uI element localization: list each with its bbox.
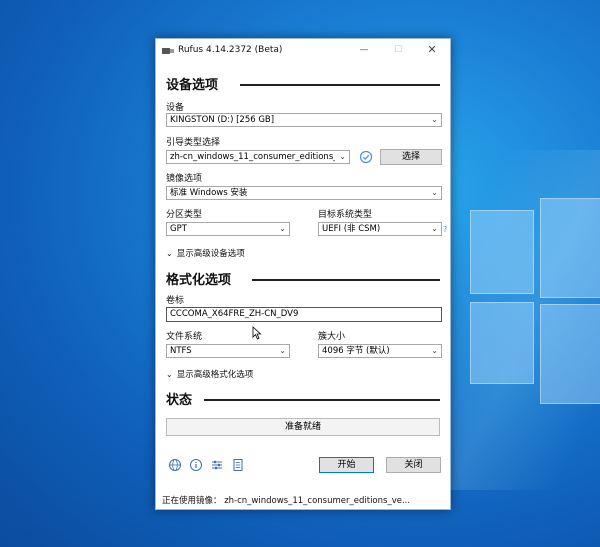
boot-type-value: zh-cn_windows_11_consumer_editions_ve — [170, 152, 335, 162]
filesystem-label: 文件系统 — [166, 332, 203, 342]
chevron-down-icon: ⌄ — [431, 346, 438, 355]
log-icon[interactable] — [231, 458, 245, 472]
filesystem-value: NTFS — [170, 346, 192, 356]
chevron-down-icon: ⌄ — [166, 370, 173, 379]
select-image-button[interactable]: 选择 — [380, 149, 442, 165]
cluster-size-label: 簇大小 — [318, 332, 346, 342]
check-circle-icon — [359, 150, 373, 164]
maximize-button[interactable]: ☐ — [388, 43, 408, 57]
titlebar: Rufus 4.14.2372 (Beta) — ☐ ✕ — [156, 39, 450, 61]
image-option-label: 镜像选项 — [166, 174, 203, 184]
rufus-window: Rufus 4.14.2372 (Beta) — ☐ ✕ 设备选项 设备 KIN… — [155, 38, 451, 510]
info-icon[interactable] — [189, 458, 203, 472]
close-button[interactable]: 关闭 — [386, 457, 441, 473]
advanced-device-label: 显示高级设备选项 — [176, 249, 245, 259]
status-progress-bar: 准备就绪 — [166, 418, 440, 436]
status-footer: 正在使用镜像： zh-cn_windows_11_consumer_editio… — [162, 496, 411, 506]
section-divider — [204, 399, 440, 401]
filesystem-select[interactable]: NTFS ⌄ — [166, 344, 290, 358]
section-format-options: 格式化选项 — [166, 273, 232, 288]
globe-icon[interactable] — [168, 458, 182, 472]
volume-label-label: 卷标 — [166, 296, 185, 306]
advanced-device-toggle[interactable]: ⌄ 显示高级设备选项 — [166, 247, 245, 259]
device-select[interactable]: KINGSTON (D:) [256 GB] ⌄ — [166, 113, 442, 127]
chevron-down-icon: ⌄ — [431, 224, 438, 233]
chevron-down-icon: ⌄ — [431, 188, 438, 197]
section-divider — [240, 84, 440, 86]
minimize-button[interactable]: — — [354, 43, 374, 57]
windows-logo — [470, 198, 600, 470]
device-label: 设备 — [166, 103, 185, 113]
image-option-value: 标准 Windows 安装 — [170, 188, 248, 198]
target-system-select[interactable]: UEFI (非 CSM) ⌄ — [318, 222, 442, 236]
boot-type-label: 引导类型选择 — [166, 138, 221, 148]
chevron-down-icon: ⌄ — [279, 346, 286, 355]
cluster-size-select[interactable]: 4096 字节 (默认) ⌄ — [318, 344, 442, 358]
chevron-down-icon: ⌄ — [279, 224, 286, 233]
section-status: 状态 — [166, 393, 193, 408]
boot-type-select[interactable]: zh-cn_windows_11_consumer_editions_ve ⌄ — [166, 150, 350, 164]
partition-select[interactable]: GPT ⌄ — [166, 222, 290, 236]
section-divider — [252, 279, 440, 281]
chevron-down-icon: ⌄ — [339, 152, 346, 161]
start-button[interactable]: 开始 — [319, 457, 374, 473]
target-system-label: 目标系统类型 — [318, 210, 373, 220]
section-device-options: 设备选项 — [166, 78, 219, 93]
chevron-down-icon: ⌄ — [431, 115, 438, 124]
close-window-button[interactable]: ✕ — [422, 43, 442, 57]
usb-drive-icon — [162, 48, 174, 54]
image-option-select[interactable]: 标准 Windows 安装 ⌄ — [166, 186, 442, 200]
target-system-value: UEFI (非 CSM) — [322, 224, 381, 234]
help-icon[interactable]: ? — [443, 225, 447, 234]
partition-value: GPT — [170, 224, 187, 234]
settings-sliders-icon[interactable] — [210, 458, 224, 472]
device-value: KINGSTON (D:) [256 GB] — [170, 115, 275, 125]
window-title: Rufus 4.14.2372 (Beta) — [178, 45, 283, 55]
volume-label-input[interactable]: CCCOMA_X64FRE_ZH-CN_DV9 — [166, 307, 442, 322]
partition-label: 分区类型 — [166, 210, 203, 220]
chevron-down-icon: ⌄ — [166, 249, 173, 258]
advanced-format-label: 显示高级格式化选项 — [176, 370, 254, 380]
mouse-cursor-icon — [252, 326, 262, 340]
advanced-format-toggle[interactable]: ⌄ 显示高级格式化选项 — [166, 368, 253, 380]
cluster-size-value: 4096 字节 (默认) — [322, 346, 390, 356]
